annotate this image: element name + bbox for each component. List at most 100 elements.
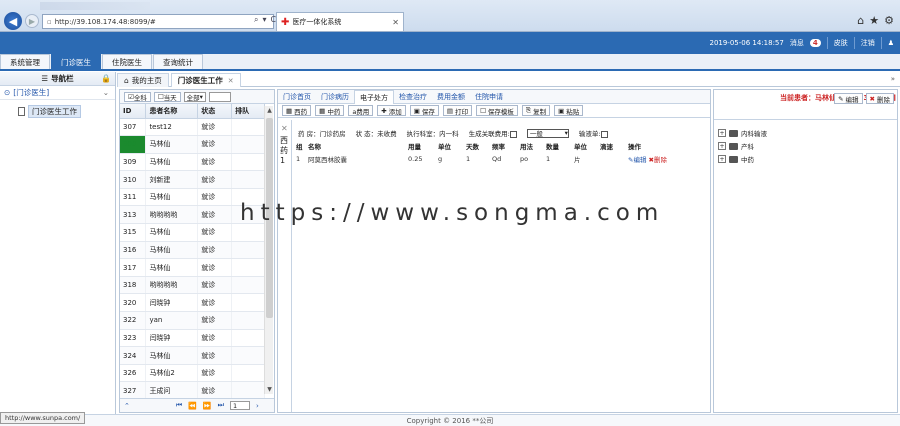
add-button[interactable]: ✚ 添加 xyxy=(377,105,406,116)
save-button[interactable]: ▣ 保存 xyxy=(409,105,439,116)
gear-icon[interactable]: ⚙ xyxy=(884,14,894,27)
tree-delete-button[interactable]: ✖ 删除 xyxy=(865,93,894,104)
back-button[interactable]: ◀ xyxy=(4,12,22,30)
today-checkbox[interactable]: ☐ 当天 xyxy=(153,91,181,102)
go-icon[interactable]: › xyxy=(256,402,259,410)
cell-queue xyxy=(231,223,265,242)
browser-tab[interactable]: ✚ 医疗一体化系统 ✕ xyxy=(276,12,404,31)
nav-outpatient[interactable]: 门诊医生 xyxy=(51,54,101,69)
notification-icon[interactable]: ♟ xyxy=(888,39,894,47)
status-filter-select[interactable]: 全部 ▾ xyxy=(183,91,206,102)
expand-plus-icon[interactable]: + xyxy=(718,129,726,137)
col-name[interactable]: 患者名称 xyxy=(145,104,199,119)
rx-tab-exam[interactable]: 检查治疗 xyxy=(394,90,432,104)
chinese-medicine-button[interactable]: ▦ 中药 xyxy=(315,105,345,116)
double-chevron-up-icon[interactable]: ⌃ xyxy=(124,402,130,410)
collapse-icon[interactable]: » xyxy=(891,75,895,83)
scroll-up-icon[interactable]: ▲ xyxy=(265,106,274,115)
col-id[interactable]: ID xyxy=(120,104,147,119)
delete-link[interactable]: ✖删除 xyxy=(649,156,667,164)
all-dept-label: 全科 xyxy=(133,93,147,102)
table-row[interactable]: 317 马林仙 就诊 xyxy=(120,258,265,277)
messages-link[interactable]: 消息 xyxy=(790,38,804,48)
western-medicine-button[interactable]: ▦ 西药 xyxy=(282,105,312,116)
table-row[interactable]: 307 test12 就诊 xyxy=(120,118,265,137)
rx-side-tab[interactable]: ✕ 西药1 xyxy=(278,120,292,412)
url-text: http://39.108.174.48:8099/# xyxy=(54,17,156,26)
lock-icon[interactable]: 🔒 xyxy=(101,74,111,83)
rx-type-select[interactable]: 一般 ▾ xyxy=(526,128,569,138)
next-page-icon[interactable]: ⏩ xyxy=(203,402,212,410)
table-row[interactable]: 322 yan 就诊 xyxy=(120,311,265,330)
search-icon[interactable]: ⌕ xyxy=(254,15,258,25)
table-row[interactable]: 324 马林仙 就诊 xyxy=(120,346,265,365)
logout-link[interactable]: 注销 xyxy=(861,38,875,48)
table-row[interactable]: 310 刘新建 就诊 xyxy=(120,170,265,189)
infusion-checkbox[interactable] xyxy=(600,130,608,138)
table-row[interactable]: 327 王成问 就诊 xyxy=(120,381,265,400)
nav-system[interactable]: 系统管理 xyxy=(0,54,50,69)
table-row[interactable]: 315 马林仙 就诊 xyxy=(120,223,265,242)
expand-plus-icon[interactable]: + xyxy=(718,142,726,150)
table-row[interactable]: 316 马林仙 就诊 xyxy=(120,241,265,260)
all-dept-checkbox[interactable]: ☑ 全科 xyxy=(124,91,151,102)
star-icon[interactable]: ★ xyxy=(869,14,879,27)
tab-home[interactable]: ⌂ 我的主页 xyxy=(117,73,169,87)
copy-button[interactable]: ⎘ 复制 xyxy=(521,105,551,116)
nav-stats[interactable]: 查询统计 xyxy=(153,54,203,69)
print-button[interactable]: ▤ 打印 xyxy=(442,105,473,116)
cell-status: 就诊 xyxy=(197,329,233,348)
search-input[interactable] xyxy=(208,91,231,102)
forward-button[interactable]: ▶ xyxy=(25,14,39,28)
tree-node[interactable]: + 内科输液 xyxy=(718,128,767,138)
expand-plus-icon[interactable]: + xyxy=(718,155,726,163)
rx-tab-admission[interactable]: 住院申请 xyxy=(470,90,508,104)
tree-edit-button[interactable]: ✎ 编辑 xyxy=(834,93,863,104)
tree-node[interactable]: + 中药 xyxy=(718,154,754,164)
nav-leaf-outpatient-work[interactable]: 门诊医生工作 xyxy=(0,104,115,118)
dropdown-icon[interactable]: ▾ xyxy=(262,15,266,25)
prev-page-icon[interactable]: ⏪ xyxy=(188,402,197,410)
close-icon[interactable]: ✕ xyxy=(281,124,288,133)
rx-tab-record[interactable]: 门诊病历 xyxy=(316,90,354,104)
theme-link[interactable]: 皮肤 xyxy=(834,38,848,48)
table-row[interactable]: 318 哟哟哟哟 就诊 xyxy=(120,276,265,295)
fee-button[interactable]: a费用 xyxy=(348,105,374,116)
nav-inpatient[interactable]: 住院医生 xyxy=(102,54,152,69)
address-bar[interactable]: ▫ http://39.108.174.48:8099/# xyxy=(42,14,274,29)
chevron-down-icon[interactable]: ⌄ xyxy=(103,88,109,97)
first-page-icon[interactable]: ⏮ xyxy=(176,401,182,410)
fee-label: 生成关联费用: xyxy=(468,130,510,138)
close-icon[interactable]: ✕ xyxy=(392,18,399,27)
tree-node[interactable]: + 产科 xyxy=(718,141,754,151)
table-row[interactable]: 323 闫晓钟 就诊 xyxy=(120,329,265,348)
page-input[interactable]: 1 xyxy=(229,401,250,410)
home-icon[interactable]: ⌂ xyxy=(857,14,864,27)
vertical-scrollbar[interactable]: ▲ ▼ xyxy=(264,106,273,394)
fee-checkbox[interactable] xyxy=(509,130,517,138)
main-nav: 系统管理 门诊医生 住院医生 查询统计 xyxy=(0,54,900,71)
tab-outpatient-work[interactable]: 门诊医生工作 ✕ xyxy=(170,73,241,87)
table-row[interactable]: 326 马林仙2 就诊 xyxy=(120,364,265,383)
table-row[interactable]: 320 闫晓钟 就诊 xyxy=(120,293,265,313)
nav-group-outpatient[interactable]: ⊙ [门诊医生] ⌄ xyxy=(0,86,115,100)
plus-icon: ✚ xyxy=(381,106,387,115)
rx-tab-prescription[interactable]: 电子处方 xyxy=(354,90,394,104)
cell-id: 307 xyxy=(120,118,147,137)
col-queue[interactable]: 排队 xyxy=(231,104,265,119)
table-row[interactable]: 308 马林仙 就诊 xyxy=(120,135,265,154)
col-status[interactable]: 状态 xyxy=(197,104,233,119)
scroll-down-icon[interactable]: ▼ xyxy=(265,385,274,394)
tree-node-label: 产科 xyxy=(741,143,754,151)
paste-button[interactable]: ▣ 粘贴 xyxy=(554,105,584,116)
rx-side-label: 西药1 xyxy=(280,136,288,165)
edit-link[interactable]: ✎编辑 xyxy=(628,156,646,164)
last-page-icon[interactable]: ⏭ xyxy=(218,401,224,410)
save-template-button[interactable]: ☐ 保存模板 xyxy=(476,105,518,116)
messages-badge[interactable]: 4 xyxy=(809,39,821,47)
rx-tab-fees[interactable]: 费用金额 xyxy=(432,90,470,104)
rx-tab-home[interactable]: 门诊首页 xyxy=(278,90,316,104)
rx-row[interactable]: 1 阿莫西林胶囊 0.25 g 1 Qd po 1 片 ✎编辑 ✖删除 xyxy=(294,152,676,166)
table-row[interactable]: 309 马林仙 就诊 xyxy=(120,153,265,172)
close-icon[interactable]: ✕ xyxy=(228,77,234,85)
